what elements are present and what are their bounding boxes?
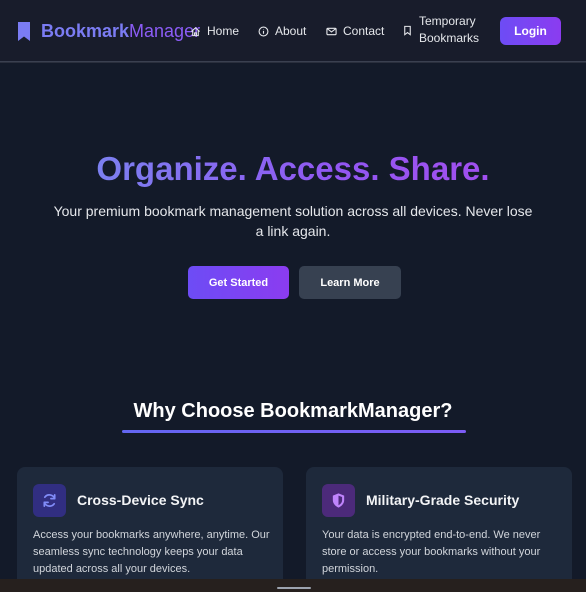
nav-home-link[interactable]: Home — [190, 24, 239, 38]
nav-contact-link[interactable]: Contact — [326, 24, 384, 38]
shield-icon — [332, 493, 345, 508]
hero-title: Organize. Access. Share. — [96, 150, 490, 187]
navbar: BookmarkManager Home About Contact Tempo… — [0, 0, 586, 62]
scroll-handle[interactable] — [277, 587, 311, 589]
nav-temporary-bookmarks-label: Temporary Bookmarks — [419, 14, 480, 45]
shield-icon-badge — [322, 484, 355, 517]
envelope-icon — [326, 27, 337, 35]
nav-contact-label: Contact — [343, 24, 385, 38]
feature-card-title: Cross-Device Sync — [77, 492, 204, 508]
nav-about-link[interactable]: About — [258, 24, 306, 38]
feature-card-text: Access your bookmarks anywhere, anytime.… — [33, 529, 270, 575]
nav-home-label: Home — [207, 24, 240, 38]
info-icon — [258, 26, 269, 36]
brand-name: BookmarkManager — [41, 21, 201, 41]
feature-card-title: Military-Grade Security — [366, 492, 520, 508]
sync-icon-badge — [33, 484, 66, 517]
bookmark-icon — [404, 25, 411, 36]
home-icon — [191, 26, 200, 36]
feature-card-sync: Cross-Device Sync Access your bookmarks … — [17, 467, 283, 592]
nav-temporary-bookmarks-link[interactable]: Temporary Bookmarks — [402, 13, 479, 47]
bottom-bar — [0, 579, 586, 592]
bookmark-icon — [18, 21, 30, 41]
brand-logo[interactable]: BookmarkManager — [17, 20, 200, 42]
feature-card-text: Your data is encrypted end-to-end. We ne… — [322, 529, 541, 575]
sync-icon — [43, 493, 56, 508]
hero-subtitle: Your premium bookmark management solutio… — [53, 203, 533, 239]
features-heading: Why Choose BookmarkManager? — [133, 400, 453, 422]
feature-card-security: Military-Grade Security Your data is enc… — [306, 467, 572, 592]
get-started-button[interactable]: Get Started — [188, 266, 289, 299]
login-button[interactable]: Login — [500, 17, 561, 45]
learn-more-button[interactable]: Learn More — [299, 266, 401, 299]
nav-about-label: About — [275, 24, 307, 38]
heading-underline — [122, 430, 466, 433]
